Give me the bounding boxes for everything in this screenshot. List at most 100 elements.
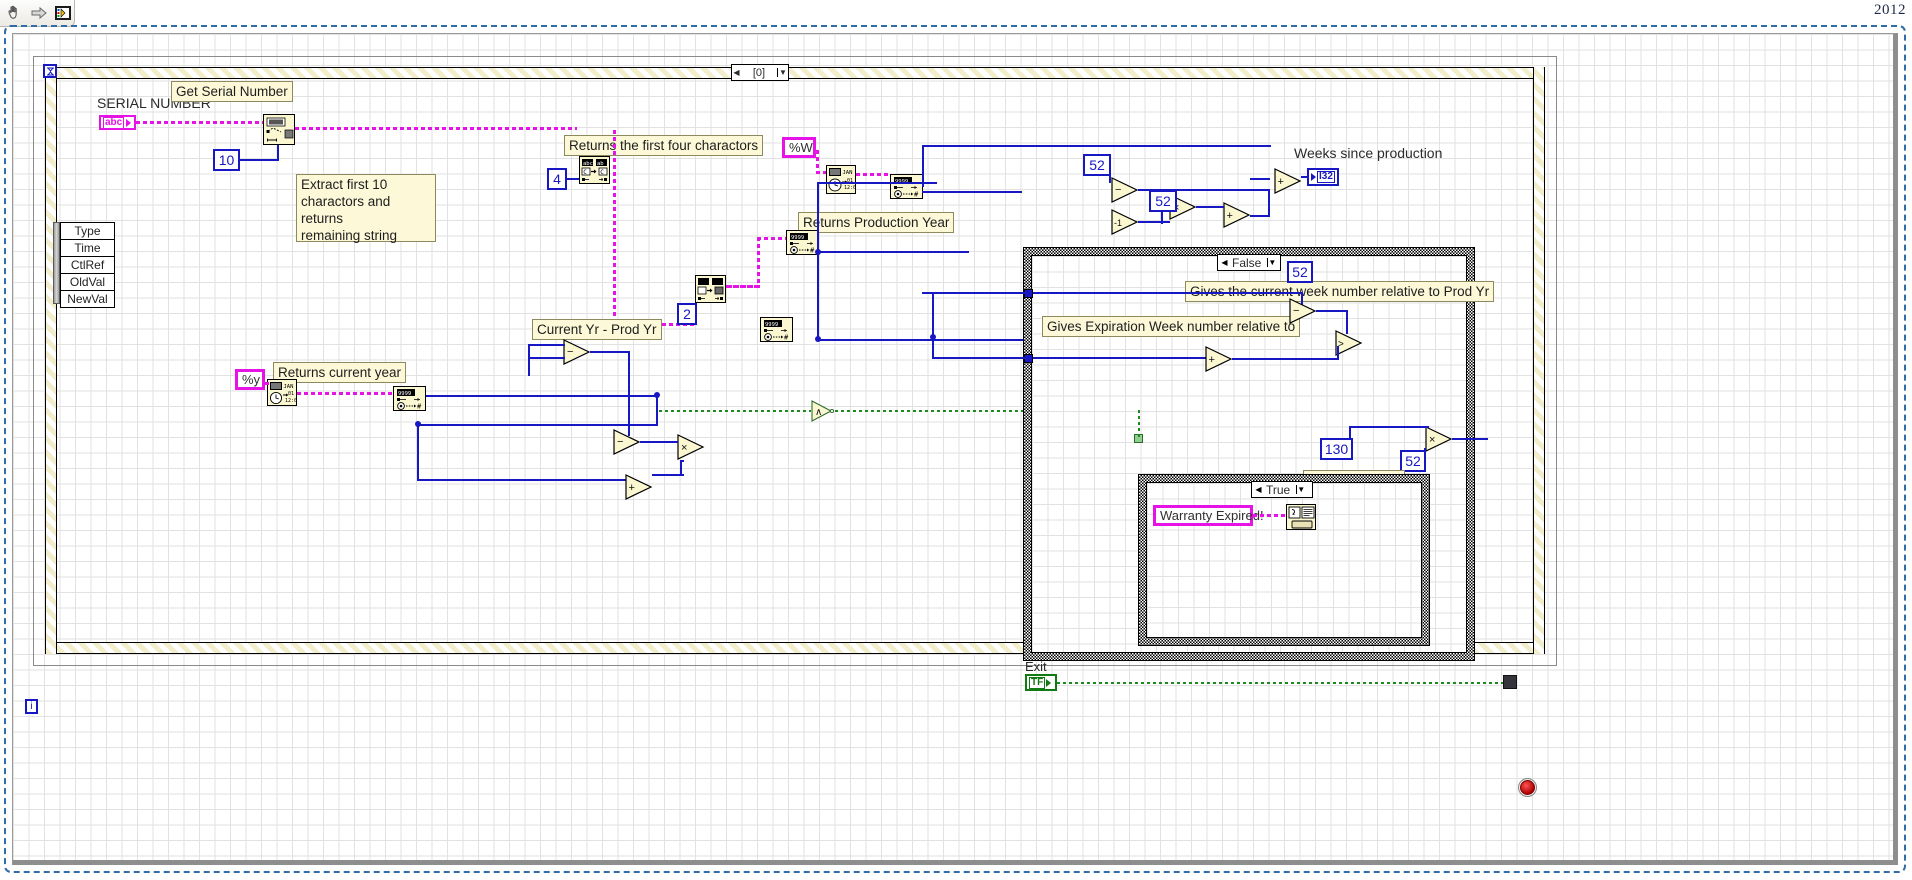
comment-returns-production-year[interactable]: Returns Production Year [798, 212, 955, 233]
wire-substring-down [613, 130, 616, 325]
pan-hand-tool-icon[interactable] [5, 3, 25, 23]
wire-52case-to-mult [1424, 448, 1426, 460]
constant-percent-y[interactable]: %y [235, 369, 265, 390]
svg-text:12:01: 12:01 [285, 398, 297, 404]
wire-exit-to-stop [1057, 682, 1504, 684]
vi-icon-tool[interactable] [53, 3, 73, 23]
comment-returns-first-four[interactable]: Returns the first four charactors [564, 135, 764, 156]
constant-4[interactable]: 4 [547, 168, 567, 190]
one-button-dialog-function[interactable] [1286, 504, 1316, 530]
terminal-arrow-icon [126, 118, 132, 127]
svg-text:12:01: 12:01 [844, 185, 856, 191]
event-structure-corner-icon [43, 64, 57, 78]
case-outer-dropdown-arrow[interactable]: ▼ [1267, 258, 1276, 267]
wire-prodyear-up [817, 182, 819, 252]
run-arrow-tool-icon[interactable] [29, 3, 49, 23]
case-outer-tunnel-bottom[interactable] [1024, 354, 1033, 363]
event-selector-dropdown-arrow[interactable]: ▼ [777, 68, 788, 77]
wire-prodyear-down [817, 249, 819, 341]
stop-button-ring[interactable] [1518, 778, 1537, 797]
wire-green-bool-left [659, 410, 811, 412]
wire-case-op1-out [1316, 310, 1346, 312]
weeks-since-production-indicator[interactable]: I32 [1307, 168, 1339, 186]
wire-130-up [1349, 426, 1351, 440]
constant-130[interactable]: 130 [1320, 438, 1353, 460]
event-data-row-oldval[interactable]: OldVal [61, 274, 114, 291]
get-date-time-string-function[interactable]: JAN 01 12:01 [826, 165, 856, 194]
stop-button-icon[interactable] [1520, 780, 1535, 795]
wire-prodyear-right-top [817, 182, 937, 184]
wire-case-add-down [1337, 346, 1339, 360]
svg-text:#: # [417, 403, 422, 411]
add-operator-weeks[interactable]: + [1223, 202, 1251, 228]
svg-text:9999: 9999 [791, 235, 804, 241]
split-string-function[interactable] [263, 114, 295, 145]
string-subset-function[interactable]: abc ab C C [579, 156, 610, 184]
svg-text:ab: ab [597, 161, 604, 167]
case-operator-add[interactable]: + [1205, 346, 1233, 372]
wire-sub1-out [590, 351, 630, 353]
scan-from-string-lower[interactable]: 9999 # [760, 317, 793, 342]
scan-from-string-top[interactable]: 9999 # [890, 174, 923, 199]
indicator-arrow-icon [1311, 173, 1316, 181]
wire-date-to-scan-year [297, 392, 393, 395]
subtract-operator-2[interactable]: − [613, 429, 641, 455]
wire-sub52-out [1138, 189, 1268, 191]
event-data-row-time[interactable]: Time [61, 240, 114, 257]
case-structure-outer-selector[interactable]: ◀ False ▼ [1217, 254, 1281, 271]
event-data-row-type[interactable]: Type [61, 223, 114, 240]
case-inner-dropdown-arrow[interactable]: ▼ [1296, 485, 1305, 494]
wire-green-bool-right [835, 410, 1025, 412]
exit-terminal[interactable]: TF [1025, 674, 1057, 691]
number-to-string-function[interactable] [695, 275, 726, 303]
case-inner-prev-arrow[interactable]: ◀ [1254, 485, 1263, 494]
constant-52-mid[interactable]: 52 [1149, 190, 1177, 212]
case-structure-inner-selector[interactable]: ◀ True ▼ [1251, 481, 1313, 498]
wire-10-to-split-v [277, 145, 279, 161]
event-selector-left-arrow[interactable]: ◀ [732, 68, 741, 77]
not-operator[interactable]: ∧ [811, 400, 835, 422]
comment-get-serial-number[interactable]: Get Serial Number [171, 81, 293, 102]
get-date-time-string-current-year[interactable]: JAN 01 12:01 [267, 379, 297, 406]
subtract-operator-1[interactable]: − [563, 339, 591, 365]
constant-10[interactable]: 10 [213, 149, 240, 171]
wire-numstr-to-scan [726, 285, 760, 288]
constant-52-case[interactable]: 52 [1400, 450, 1426, 472]
serial-number-control-terminal[interactable]: abc [99, 115, 136, 130]
case-operator-1[interactable]: − [1289, 298, 1317, 324]
wire-low-add [652, 474, 684, 476]
wire-prodyear-junc-h [819, 251, 969, 253]
comment-current-yr-prod-yr[interactable]: Current Yr - Prod Yr [532, 319, 662, 340]
event-data-row-ctlref[interactable]: CtlRef [61, 257, 114, 274]
wire-split-to-substring [295, 127, 577, 130]
case-operator-mult[interactable]: × [1425, 426, 1453, 452]
wire-curyear-out [426, 395, 658, 397]
loop-conditional-terminal[interactable] [1503, 675, 1517, 689]
block-diagram-canvas[interactable]: ◀ [0] ▼ Type Time CtlRef OldVal NewVal S… [12, 33, 1898, 865]
wire-case-add-out [1232, 358, 1338, 360]
exit-terminal-arrow-icon [1046, 678, 1052, 687]
comment-expiration-week-number[interactable]: Gives Expiration Week number relative to [1042, 316, 1301, 337]
comment-extract-first-10[interactable]: Extract first 10 charactors and returns … [296, 174, 436, 243]
constant-52-inner[interactable]: 52 [1287, 261, 1313, 283]
decrement-operator[interactable]: -1 [1111, 209, 1139, 235]
constant-warranty-expired[interactable]: Warranty Expired! [1153, 505, 1264, 526]
svg-text:×: × [681, 442, 687, 454]
loop-iteration-terminal[interactable]: i [25, 699, 38, 714]
multiply-operator-1[interactable]: × [677, 434, 705, 460]
case-outer-tunnel-top[interactable] [1024, 289, 1033, 298]
add-operator-final[interactable]: + [1274, 168, 1302, 194]
exit-label: Exit [1025, 659, 1047, 674]
case-outer-prev-arrow[interactable]: ◀ [1220, 258, 1229, 267]
subtract-operator-52top[interactable]: − [1111, 177, 1139, 203]
constant-52-top[interactable]: 52 [1083, 154, 1111, 176]
event-case-selector[interactable]: ◀ [0] ▼ [731, 64, 789, 81]
constant-percent-w[interactable]: %W [782, 137, 816, 158]
event-data-row-newval[interactable]: NewVal [61, 291, 114, 307]
constant-2[interactable]: 2 [677, 303, 697, 325]
wire-curyear-bottom [417, 479, 629, 481]
scan-from-string-current-year[interactable]: 9999 # [393, 386, 426, 411]
case-operator-compare[interactable]: > [1335, 330, 1363, 356]
add-operator-low[interactable]: + [625, 474, 653, 500]
wire-addweeks-out [1250, 178, 1270, 180]
